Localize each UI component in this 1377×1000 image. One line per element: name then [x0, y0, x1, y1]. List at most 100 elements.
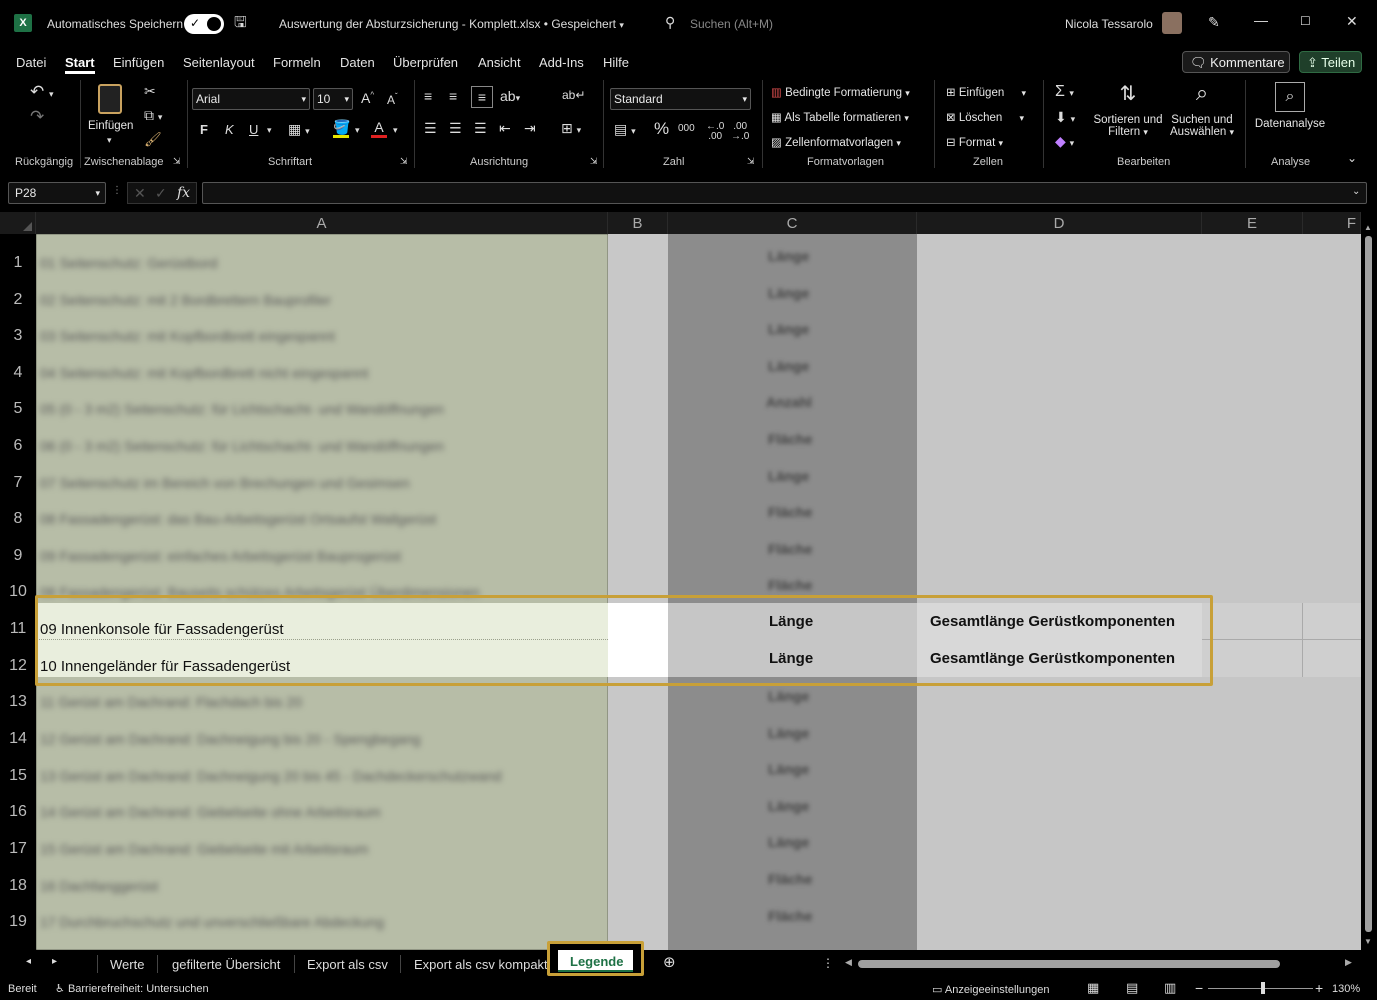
scroll-right-icon[interactable]: ▶: [1345, 958, 1352, 967]
clear-icon[interactable]: ◆ ▾: [1055, 134, 1074, 148]
italic-button[interactable]: K: [225, 123, 234, 136]
autosave-toggle[interactable]: ✓: [184, 14, 224, 34]
zoom-slider-thumb[interactable]: [1261, 982, 1265, 994]
select-all-corner[interactable]: [0, 212, 36, 234]
document-title[interactable]: Auswertung der Absturzsicherung - Komple…: [279, 17, 624, 31]
cell-a7[interactable]: 07 Seitenschutz im Bereich von Brechunge…: [40, 475, 410, 491]
accounting-format-icon[interactable]: ▤ ▾: [614, 122, 636, 136]
row-header[interactable]: 9: [0, 547, 36, 565]
wrap-text-icon[interactable]: ab↵: [562, 89, 585, 101]
menu-seitenlayout[interactable]: Seitenlayout: [183, 55, 255, 70]
accessibility-button[interactable]: ♿ Barrierefreiheit: Untersuchen: [55, 982, 209, 995]
row-header[interactable]: 7: [0, 474, 36, 492]
fill-color-dropdown-icon[interactable]: ▾: [355, 126, 360, 135]
align-top-icon[interactable]: ≡: [424, 89, 432, 103]
search-box[interactable]: Suchen (Alt+M): [690, 17, 990, 31]
row-header[interactable]: 11: [0, 620, 36, 638]
save-icon[interactable]: 🖫: [234, 15, 247, 30]
format-painter-icon[interactable]: 🖌: [144, 132, 162, 146]
row-header[interactable]: 5: [0, 400, 36, 418]
decrease-decimal-icon[interactable]: .00 →.0: [731, 122, 749, 142]
more-options-icon[interactable]: ⋮: [822, 957, 834, 969]
merge-center-icon[interactable]: ⊞ ▾: [561, 121, 581, 135]
scroll-up-icon[interactable]: ▲: [1364, 224, 1372, 232]
cell-a6[interactable]: 06 (0 - 3 m2) Seitenschutz: für Lichtsch…: [40, 438, 444, 454]
fill-icon[interactable]: ⬇ ▾: [1055, 110, 1075, 124]
paste-button[interactable]: Einfügen ▾: [88, 82, 134, 148]
cell-c14[interactable]: Länge: [768, 725, 809, 741]
redo-icon[interactable]: ↷: [30, 108, 44, 125]
menu-datei[interactable]: Datei: [16, 55, 46, 70]
maximize-icon[interactable]: ☐: [1300, 15, 1311, 27]
column-header-d[interactable]: D: [917, 212, 1202, 234]
font-name-select[interactable]: Arial ▾: [192, 88, 310, 110]
increase-font-icon[interactable]: A^: [361, 91, 374, 105]
minimize-icon[interactable]: —: [1254, 13, 1268, 27]
pen-icon[interactable]: ✎: [1208, 15, 1220, 29]
row-header[interactable]: 13: [0, 693, 36, 711]
row-header[interactable]: 6: [0, 437, 36, 455]
row-header[interactable]: 14: [0, 730, 36, 748]
cell-a4[interactable]: 04 Seitenschutz: mit Kopfbordbrett nicht…: [40, 365, 368, 381]
add-sheet-icon[interactable]: ⊕: [663, 955, 676, 970]
cell-c4[interactable]: Länge: [768, 358, 809, 374]
menu-einfuegen[interactable]: Einfügen: [113, 55, 164, 70]
cell-c18[interactable]: Fläche: [768, 871, 812, 887]
autosum-icon[interactable]: Σ ▾: [1055, 84, 1074, 100]
thousands-separator-icon[interactable]: 000: [678, 124, 695, 134]
sheet-tab-werte[interactable]: Werte: [110, 957, 144, 972]
enter-icon[interactable]: ✓: [155, 186, 167, 200]
cell-a2[interactable]: 02 Seitenschutz: mit 2 Bordbrettern Baup…: [40, 292, 331, 308]
expand-formula-icon[interactable]: ⌄: [1352, 187, 1360, 197]
sheet-tab-export-csv[interactable]: Export als csv: [307, 957, 388, 972]
avatar[interactable]: [1162, 12, 1182, 34]
cell-a13[interactable]: 11 Gerüst am Dachrand: Flachdach bis 20: [40, 694, 302, 710]
dialog-launcher-icon[interactable]: ⇲: [590, 157, 598, 166]
cell-c8[interactable]: Fläche: [768, 504, 812, 520]
find-select-button[interactable]: ⌕ Suchen und Auswählen ▾: [1166, 82, 1238, 148]
menu-add-ins[interactable]: Add-Ins: [539, 55, 584, 70]
fill-color-icon[interactable]: 🪣: [333, 120, 350, 138]
align-center-icon[interactable]: ☰: [449, 121, 462, 135]
column-header-b[interactable]: B: [608, 212, 668, 234]
cell-a5[interactable]: 05 (0 - 3 m2) Seitenschutz: für Lichtsch…: [40, 401, 444, 417]
row-header[interactable]: 4: [0, 364, 36, 382]
page-break-view-icon[interactable]: ▥: [1164, 981, 1176, 994]
formula-input[interactable]: [202, 182, 1367, 204]
menu-daten[interactable]: Daten: [340, 55, 375, 70]
cell-c1[interactable]: Länge: [768, 248, 809, 264]
menu-hilfe[interactable]: Hilfe: [603, 55, 629, 70]
dialog-launcher-icon[interactable]: ⇲: [400, 157, 408, 166]
row-header[interactable]: 18: [0, 877, 36, 895]
row-header[interactable]: 15: [0, 767, 36, 785]
align-bottom-icon[interactable]: ≡: [471, 86, 493, 108]
decrease-font-icon[interactable]: Aˇ: [387, 93, 398, 107]
bold-button[interactable]: F: [200, 123, 208, 136]
format-cells-button[interactable]: ⊟ Format ▾: [946, 135, 1003, 149]
page-layout-view-icon[interactable]: ▤: [1126, 981, 1138, 994]
normal-view-icon[interactable]: ▦: [1087, 981, 1099, 994]
cell-a8[interactable]: 08 Fassadengerüst: das Bau-Arbeitsgerüst…: [40, 511, 436, 527]
align-right-icon[interactable]: ☰: [474, 121, 487, 135]
prev-sheet-icon[interactable]: ◂: [26, 957, 31, 967]
comments-button[interactable]: 🗨 Kommentare: [1182, 51, 1290, 73]
cut-icon[interactable]: ✂: [144, 84, 156, 98]
cell-c6[interactable]: Fläche: [768, 431, 812, 447]
next-sheet-icon[interactable]: ▸: [52, 957, 57, 967]
delete-cells-button[interactable]: ⊠ Löschen ▾: [946, 110, 1024, 124]
underline-dropdown-icon[interactable]: ▾: [267, 126, 272, 135]
decrease-indent-icon[interactable]: ⇤: [499, 121, 511, 135]
cell-a17[interactable]: 15 Gerüst am Dachrand: Giebelseite mit A…: [40, 841, 368, 857]
sort-filter-button[interactable]: ⇅ Sortieren und Filtern ▾: [1092, 82, 1164, 148]
row-header[interactable]: 3: [0, 327, 36, 345]
cell-a19[interactable]: 17 Durchbruchschutz und unverschließbare…: [40, 914, 384, 930]
menu-ansicht[interactable]: Ansicht: [478, 55, 521, 70]
increase-decimal-icon[interactable]: ←.0.00: [706, 122, 724, 142]
number-format-select[interactable]: Standard ▾: [610, 88, 751, 110]
worksheet-grid[interactable]: 1 2 3 4 5 6 7 8 9 10 11 12 13 14 15 16 1…: [0, 234, 1361, 950]
increase-indent-icon[interactable]: ⇥: [524, 121, 536, 135]
cell-c19[interactable]: Fläche: [768, 908, 812, 924]
cell-c3[interactable]: Länge: [768, 321, 809, 337]
percent-icon[interactable]: %: [654, 120, 669, 137]
row-header[interactable]: 10: [0, 583, 36, 601]
